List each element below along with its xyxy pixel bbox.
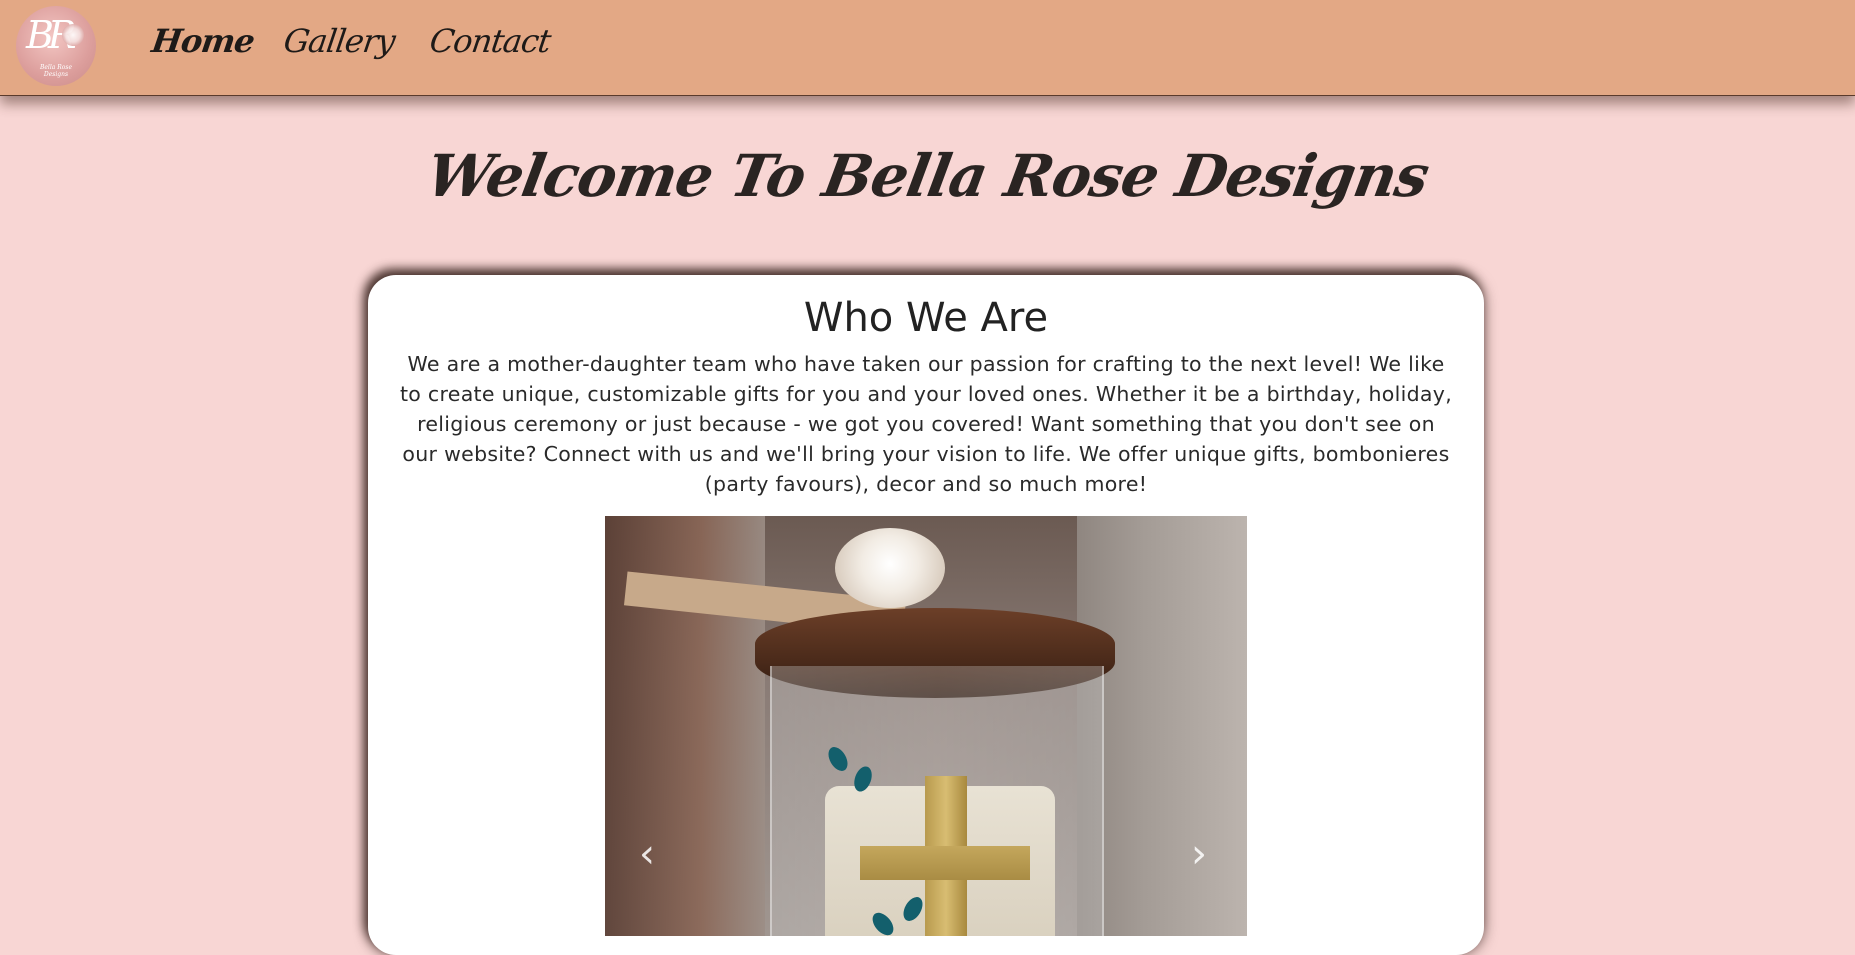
section-heading: Who We Are xyxy=(803,295,1049,341)
page-title: Welcome To Bella Rose Designs xyxy=(421,142,1434,210)
nav-gallery-link[interactable]: Gallery xyxy=(281,22,397,60)
about-text: We are a mother-daughter team who have t… xyxy=(399,352,1453,496)
nav-home-link[interactable]: Home xyxy=(149,22,256,60)
carousel-prev-button[interactable]: ‹ xyxy=(629,832,665,876)
image-carousel[interactable]: ‹ › xyxy=(605,516,1247,936)
cross-graphic-horizontal xyxy=(860,846,1030,880)
logo-text: Bella Rose Designs xyxy=(39,64,73,78)
paper-rose-graphic xyxy=(835,528,945,608)
carousel-next-button[interactable]: › xyxy=(1181,832,1217,876)
rose-icon xyxy=(62,24,84,46)
navbar: BR Bella Rose Designs Home Gallery Conta… xyxy=(0,0,1855,96)
logo[interactable]: BR Bella Rose Designs xyxy=(16,6,96,86)
who-we-are-card: Who We Are We are a mother-daughter team… xyxy=(368,275,1484,955)
nav-contact-link[interactable]: Contact xyxy=(427,22,552,60)
